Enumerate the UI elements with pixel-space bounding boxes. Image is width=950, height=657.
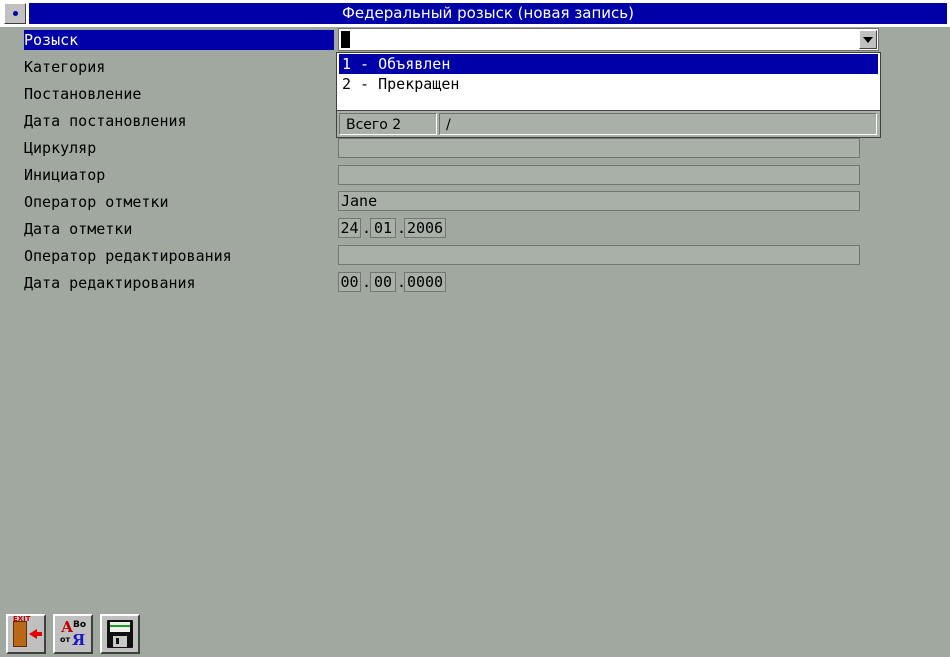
dropdown-total-count: Всего 2 <box>339 113 437 135</box>
save-button[interactable] <box>100 614 140 654</box>
window-title: Федеральный розыск (новая запись) <box>29 3 947 24</box>
label-initsiator: Инициатор <box>24 166 106 184</box>
data-otmetki-year[interactable]: 2006 <box>404 218 446 238</box>
title-bar: Федеральный розыск (новая запись) <box>0 0 950 27</box>
label-operator-otmetki: Оператор отметки <box>24 193 169 211</box>
rozysk-combobox[interactable] <box>338 28 879 51</box>
sort-icon-letter-ya: Я <box>72 631 86 649</box>
system-menu-icon <box>13 11 18 16</box>
label-kategoriya: Категория <box>24 58 106 76</box>
tsirkulyar-field[interactable] <box>338 138 860 158</box>
dropdown-toggle-button[interactable] <box>859 30 877 49</box>
label-rozysk[interactable]: Розыск <box>24 30 334 50</box>
data-otmetki-month[interactable]: 01 <box>370 218 396 238</box>
text-cursor <box>341 31 350 48</box>
label-tsirkulyar: Циркуляр <box>24 139 97 157</box>
sort-button[interactable]: А Во от Я <box>53 614 93 654</box>
dropdown-status-bar: Всего 2 / <box>337 110 880 137</box>
label-data-otmetki: Дата отметки <box>24 220 133 238</box>
system-menu-button[interactable] <box>4 3 26 24</box>
exit-button[interactable]: EXIT <box>6 614 46 654</box>
sort-icon-letters-ot: от <box>60 635 71 644</box>
label-postanovlenie: Постановление <box>24 85 142 103</box>
rozysk-dropdown-list: 1 - Объявлен 2 - Прекращен Всего 2 / <box>336 52 881 138</box>
exit-door-icon <box>13 621 27 647</box>
data-redaktirovaniya-day[interactable]: 00 <box>338 272 361 292</box>
sort-icon-letters-vo: Во <box>73 620 87 630</box>
label-operator-redaktirovaniya: Оператор редактирования <box>24 247 232 265</box>
floppy-disk-icon <box>107 620 133 648</box>
dropdown-option-prekrashchen[interactable]: 2 - Прекращен <box>339 74 878 94</box>
label-data-postanovleniya: Дата постановления <box>24 112 187 130</box>
chevron-down-icon <box>863 37 873 43</box>
data-redaktirovaniya-month[interactable]: 00 <box>370 272 396 292</box>
initsiator-field[interactable] <box>338 165 860 185</box>
operator-otmetki-field[interactable]: Jane <box>338 191 860 211</box>
data-otmetki-day[interactable]: 24 <box>338 218 361 238</box>
dropdown-option-obyavlen[interactable]: 1 - Объявлен <box>339 54 878 74</box>
data-redaktirovaniya-year[interactable]: 0000 <box>404 272 446 292</box>
dropdown-status-extra: / <box>439 113 877 135</box>
operator-redaktirovaniya-field[interactable] <box>338 245 860 265</box>
label-data-redaktirovaniya: Дата редактирования <box>24 274 196 292</box>
arrow-tail <box>36 632 42 636</box>
